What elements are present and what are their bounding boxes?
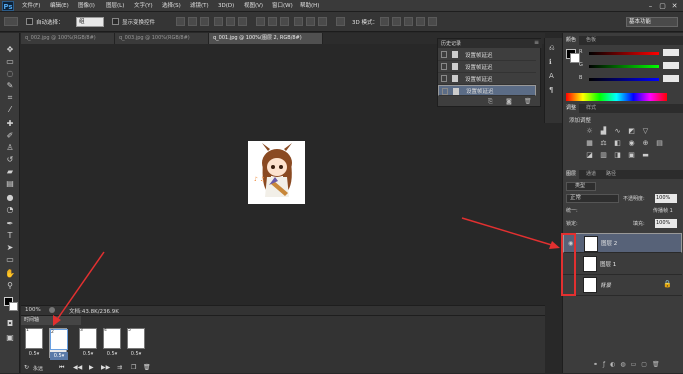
arrow-to-frame [55, 251, 105, 322]
arrow-to-layers [461, 217, 556, 247]
annotation-arrows [53, 217, 560, 326]
arrowhead-layers [549, 241, 560, 249]
